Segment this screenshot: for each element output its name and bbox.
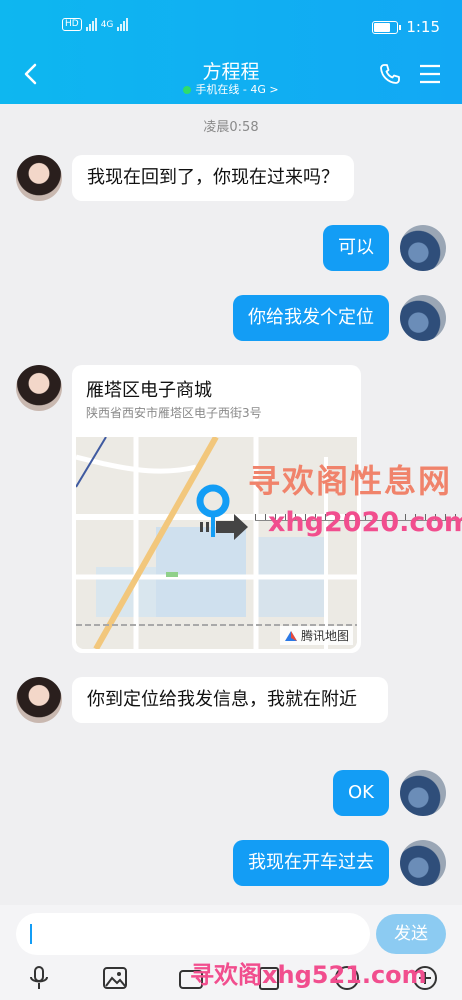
status-bar: HD 4G 1:15 (0, 18, 462, 38)
message-bubble-outgoing[interactable]: OK (333, 770, 389, 816)
text-caret (30, 924, 32, 944)
message-bubble-incoming[interactable]: 我现在回到了，你现在过来吗？ (72, 155, 354, 201)
clock: 1:15 (406, 18, 440, 36)
phone-icon[interactable] (378, 62, 402, 86)
signal-icon (85, 18, 97, 31)
watermark-bottom: 寻欢阁xhg521.com (190, 961, 427, 989)
image-icon[interactable] (102, 965, 128, 991)
tencent-maps-logo-icon (284, 630, 297, 641)
message-timestamp: 凌晨0:58 (203, 120, 259, 135)
message-bubble-outgoing[interactable]: 可以 (323, 225, 389, 271)
watermark-url: xhg2020.com (268, 507, 462, 538)
chat-header: HD 4G 1:15 方程程 手机在线 - 4G > (0, 0, 462, 104)
microphone-icon[interactable] (26, 965, 52, 991)
message-bubble-outgoing[interactable]: 你给我发个定位 (233, 295, 389, 341)
my-avatar[interactable] (400, 770, 446, 816)
battery-icon (372, 20, 402, 34)
message-input[interactable] (16, 913, 370, 955)
online-dot-icon (183, 86, 192, 94)
network-type: 4G (100, 19, 114, 30)
contact-avatar[interactable] (16, 365, 62, 411)
contact-avatar[interactable] (16, 155, 62, 201)
contact-avatar[interactable] (16, 677, 62, 723)
my-avatar[interactable] (400, 840, 446, 886)
location-title: 雁塔区电子商城 (86, 380, 212, 401)
watermark-text: 寻欢阁性息网 (248, 462, 453, 500)
location-address: 陕西省西安市雁塔区电子西街3号 (86, 406, 262, 420)
message-bubble-incoming[interactable]: 你到定位给我发信息，我就在附近 (72, 677, 388, 723)
message-bubble-outgoing[interactable]: 我现在开车过去 (233, 840, 389, 886)
my-avatar[interactable] (400, 225, 446, 271)
menu-icon[interactable] (418, 63, 442, 85)
send-button[interactable]: 发送 (376, 914, 446, 954)
my-avatar[interactable] (400, 295, 446, 341)
signal-icon-2 (117, 18, 129, 31)
map-provider-badge: 腾讯地图 (279, 626, 353, 645)
hd-badge: HD (62, 18, 82, 31)
